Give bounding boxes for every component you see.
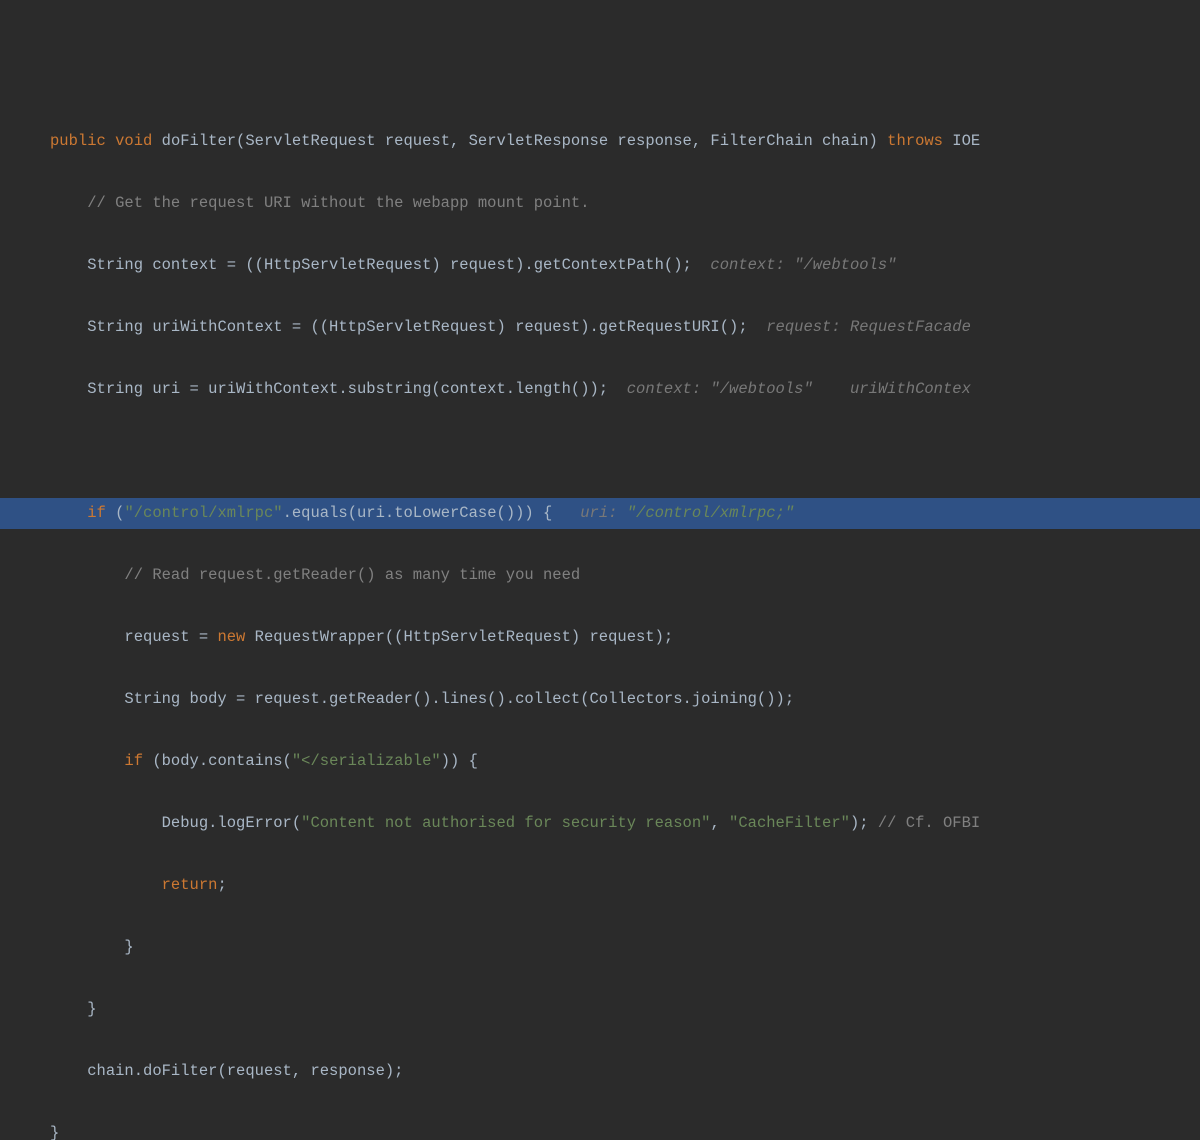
- code-text: String uriWithContext = ((HttpServletReq…: [87, 318, 766, 336]
- code-line-5[interactable]: String uri = uriWithContext.substring(co…: [0, 374, 1200, 405]
- code-line-11[interactable]: if (body.contains("</serializable")) {: [0, 746, 1200, 777]
- code-text: Debug.logError(: [162, 814, 302, 832]
- code-text: RequestWrapper((HttpServletRequest) requ…: [245, 628, 673, 646]
- code-line-blank[interactable]: [0, 436, 1200, 467]
- string-literal: "/control/xmlrpc": [124, 504, 282, 522]
- string-literal: "CacheFilter": [729, 814, 850, 832]
- code-line-10[interactable]: String body = request.getReader().lines(…: [0, 684, 1200, 715]
- brace-close: }: [124, 938, 133, 956]
- code-line-14[interactable]: }: [0, 932, 1200, 963]
- comment: // Read request.getReader() as many time…: [124, 566, 580, 584]
- code-line-1[interactable]: public void doFilter(ServletRequest requ…: [0, 126, 1200, 157]
- comment: // Cf. OFBI: [878, 814, 980, 832]
- code-line-8[interactable]: // Read request.getReader() as many time…: [0, 560, 1200, 591]
- keyword-throws: throws: [887, 132, 943, 150]
- brace-close: }: [87, 1000, 96, 1018]
- paren-open: (: [106, 504, 125, 522]
- code-line-12[interactable]: Debug.logError("Content not authorised f…: [0, 808, 1200, 839]
- code-line-9[interactable]: request = new RequestWrapper((HttpServle…: [0, 622, 1200, 653]
- code-line-4[interactable]: String uriWithContext = ((HttpServletReq…: [0, 312, 1200, 343]
- code-text: );: [850, 814, 878, 832]
- code-text: )) {: [441, 752, 478, 770]
- code-text: request =: [124, 628, 217, 646]
- method-signature: doFilter(ServletRequest request, Servlet…: [152, 132, 887, 150]
- code-line-7-highlighted[interactable]: if ("/control/xmlrpc".equals(uri.toLower…: [0, 498, 1200, 529]
- comment: // Get the request URI without the webap…: [87, 194, 589, 212]
- comma: ,: [710, 814, 729, 832]
- code-text: String body = request.getReader().lines(…: [124, 690, 794, 708]
- inline-hint-value: "/control/xmlrpc;": [627, 504, 794, 522]
- code-text: chain.doFilter(request, response);: [87, 1062, 403, 1080]
- inline-hint-label: uri:: [580, 504, 627, 522]
- keyword-if: if: [87, 504, 106, 522]
- inline-hint-2: uriWithContex: [850, 380, 971, 398]
- code-text: .equals(uri.toLowerCase())) {: [283, 504, 581, 522]
- keyword-void: void: [115, 132, 152, 150]
- code-text: (body.contains(: [143, 752, 292, 770]
- hint-gap: [813, 380, 850, 398]
- code-line-3[interactable]: String context = ((HttpServletRequest) r…: [0, 250, 1200, 281]
- keyword-if: if: [124, 752, 143, 770]
- keyword-return: return: [162, 876, 218, 894]
- throws-tail: IOE: [943, 132, 980, 150]
- string-literal: "</serializable": [292, 752, 441, 770]
- brace-close: }: [50, 1124, 59, 1140]
- inline-hint: request: RequestFacade: [766, 318, 971, 336]
- inline-hint: context: "/webtools": [710, 256, 896, 274]
- code-line-15[interactable]: }: [0, 994, 1200, 1025]
- code-line-17[interactable]: }: [0, 1118, 1200, 1140]
- inline-hint: context: "/webtools": [627, 380, 813, 398]
- code-line-2[interactable]: // Get the request URI without the webap…: [0, 188, 1200, 219]
- code-line-16[interactable]: chain.doFilter(request, response);: [0, 1056, 1200, 1087]
- keyword-new: new: [217, 628, 245, 646]
- string-literal: "Content not authorised for security rea…: [301, 814, 710, 832]
- semicolon: ;: [217, 876, 226, 894]
- code-line-13[interactable]: return;: [0, 870, 1200, 901]
- keyword-public: public: [50, 132, 106, 150]
- code-text: String uri = uriWithContext.substring(co…: [87, 380, 627, 398]
- code-text: String context = ((HttpServletRequest) r…: [87, 256, 710, 274]
